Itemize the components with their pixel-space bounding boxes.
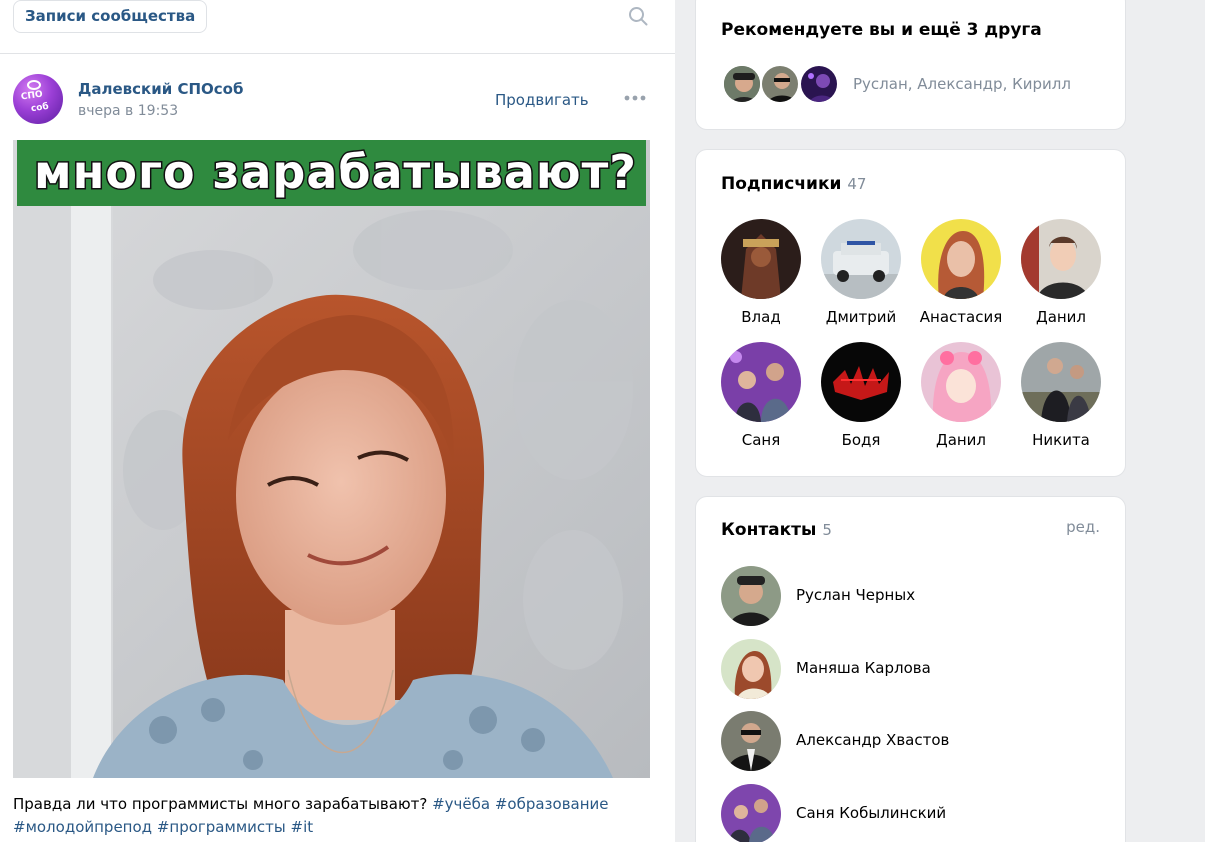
logo-ring-icon <box>27 80 41 90</box>
subscriber-name[interactable]: Саня <box>711 431 811 449</box>
hashtag-link[interactable]: #учёба <box>432 795 490 813</box>
contacts-title-text: Контакты <box>721 520 817 540</box>
subscribers-title-text: Подписчики <box>721 174 842 194</box>
search-icon[interactable] <box>628 6 648 26</box>
wall-column: Записи сообщества СПО соб Далевский СПОс… <box>0 0 675 842</box>
subscriber-item[interactable]: Дмитрий <box>811 219 911 326</box>
contact-item[interactable]: Руслан Черных <box>721 566 1121 626</box>
subscriber-item[interactable]: Влад <box>711 219 811 326</box>
subscriber-name[interactable]: Влад <box>711 308 811 326</box>
avatar[interactable] <box>721 566 781 626</box>
post-header: СПО соб Далевский СПОсоб вчера в 19:53 П… <box>0 55 675 140</box>
contact-item[interactable]: Александр Хвастов <box>721 711 1121 771</box>
avatar[interactable] <box>821 342 901 422</box>
contact-item[interactable]: Саня Кобылинский <box>721 784 1121 842</box>
subscriber-name[interactable]: Анастасия <box>911 308 1011 326</box>
avatar[interactable] <box>721 219 801 299</box>
contacts-card: Контакты 5 ред. Руслан Черных Маняша Кар… <box>695 496 1126 842</box>
hashtag-link[interactable]: #it <box>291 818 314 836</box>
avatar[interactable] <box>721 342 801 422</box>
subscriber-name[interactable]: Бодя <box>811 431 911 449</box>
subscriber-item[interactable]: Бодя <box>811 342 911 449</box>
hashtag-link[interactable]: #программисты <box>157 818 286 836</box>
post-text-body: Правда ли что программисты много зарабат… <box>13 795 428 813</box>
post-image[interactable]: много зарабатывают? <box>13 140 650 778</box>
post-text: Правда ли что программисты много зарабат… <box>13 793 653 839</box>
subscribers-count: 47 <box>847 175 867 193</box>
avatar[interactable] <box>799 64 839 104</box>
subscriber-item[interactable]: Данил <box>1011 219 1111 326</box>
wall-filter-bar: Записи сообщества <box>0 0 675 54</box>
subscriber-item[interactable]: Анастасия <box>911 219 1011 326</box>
hashtag-link[interactable]: #образование <box>495 795 609 813</box>
subscriber-name[interactable]: Данил <box>911 431 1011 449</box>
contact-name[interactable]: Маняша Карлова <box>796 659 931 677</box>
avatar[interactable] <box>1021 219 1101 299</box>
avatar[interactable] <box>760 64 800 104</box>
contact-name[interactable]: Саня Кобылинский <box>796 804 946 822</box>
avatar[interactable] <box>921 219 1001 299</box>
more-options-icon[interactable] <box>624 95 646 101</box>
subscribers-card: Подписчики 47 Влад Дмитрий Анастасия Дан… <box>695 149 1126 477</box>
avatar[interactable] <box>921 342 1001 422</box>
post-author-name[interactable]: Далевский СПОсоб <box>78 80 243 98</box>
avatar[interactable] <box>721 639 781 699</box>
contact-item[interactable]: Маняша Карлова <box>721 639 1121 699</box>
contacts-count: 5 <box>822 521 832 539</box>
contact-name[interactable]: Руслан Черных <box>796 586 915 604</box>
subscriber-item[interactable]: Никита <box>1011 342 1111 449</box>
recommend-names[interactable]: Руслан, Александр, Кирилл <box>853 75 1071 93</box>
post-timestamp[interactable]: вчера в 19:53 <box>78 103 178 119</box>
avatar[interactable] <box>722 64 762 104</box>
community-avatar[interactable]: СПО соб <box>13 74 63 124</box>
avatar[interactable] <box>821 219 901 299</box>
avatar[interactable] <box>721 784 781 842</box>
recommend-avatars[interactable] <box>722 64 852 104</box>
edit-contacts-link[interactable]: ред. <box>1066 518 1100 536</box>
recommend-title[interactable]: Рекомендуете вы и ещё 3 друга <box>721 20 1042 40</box>
logo-text-top: СПО <box>20 89 44 103</box>
contact-name[interactable]: Александр Хвастов <box>796 731 949 749</box>
subscriber-name[interactable]: Данил <box>1011 308 1111 326</box>
recommend-card: Рекомендуете вы и ещё 3 друга Руслан, Ал… <box>695 0 1126 130</box>
logo-text-bottom: соб <box>30 101 50 115</box>
image-overlay-text: много зарабатывают? <box>32 144 637 201</box>
contacts-title[interactable]: Контакты 5 <box>721 520 832 540</box>
subscriber-name[interactable]: Дмитрий <box>811 308 911 326</box>
subscriber-item[interactable]: Саня <box>711 342 811 449</box>
hashtag-link[interactable]: #молодойпрепод <box>13 818 152 836</box>
promote-button[interactable]: Продвигать <box>495 91 589 109</box>
subscribers-title[interactable]: Подписчики 47 <box>721 174 866 194</box>
community-posts-tab[interactable]: Записи сообщества <box>13 0 208 33</box>
avatar[interactable] <box>1021 342 1101 422</box>
subscriber-item[interactable]: Данил <box>911 342 1011 449</box>
subscriber-name[interactable]: Никита <box>1011 431 1111 449</box>
avatar[interactable] <box>721 711 781 771</box>
